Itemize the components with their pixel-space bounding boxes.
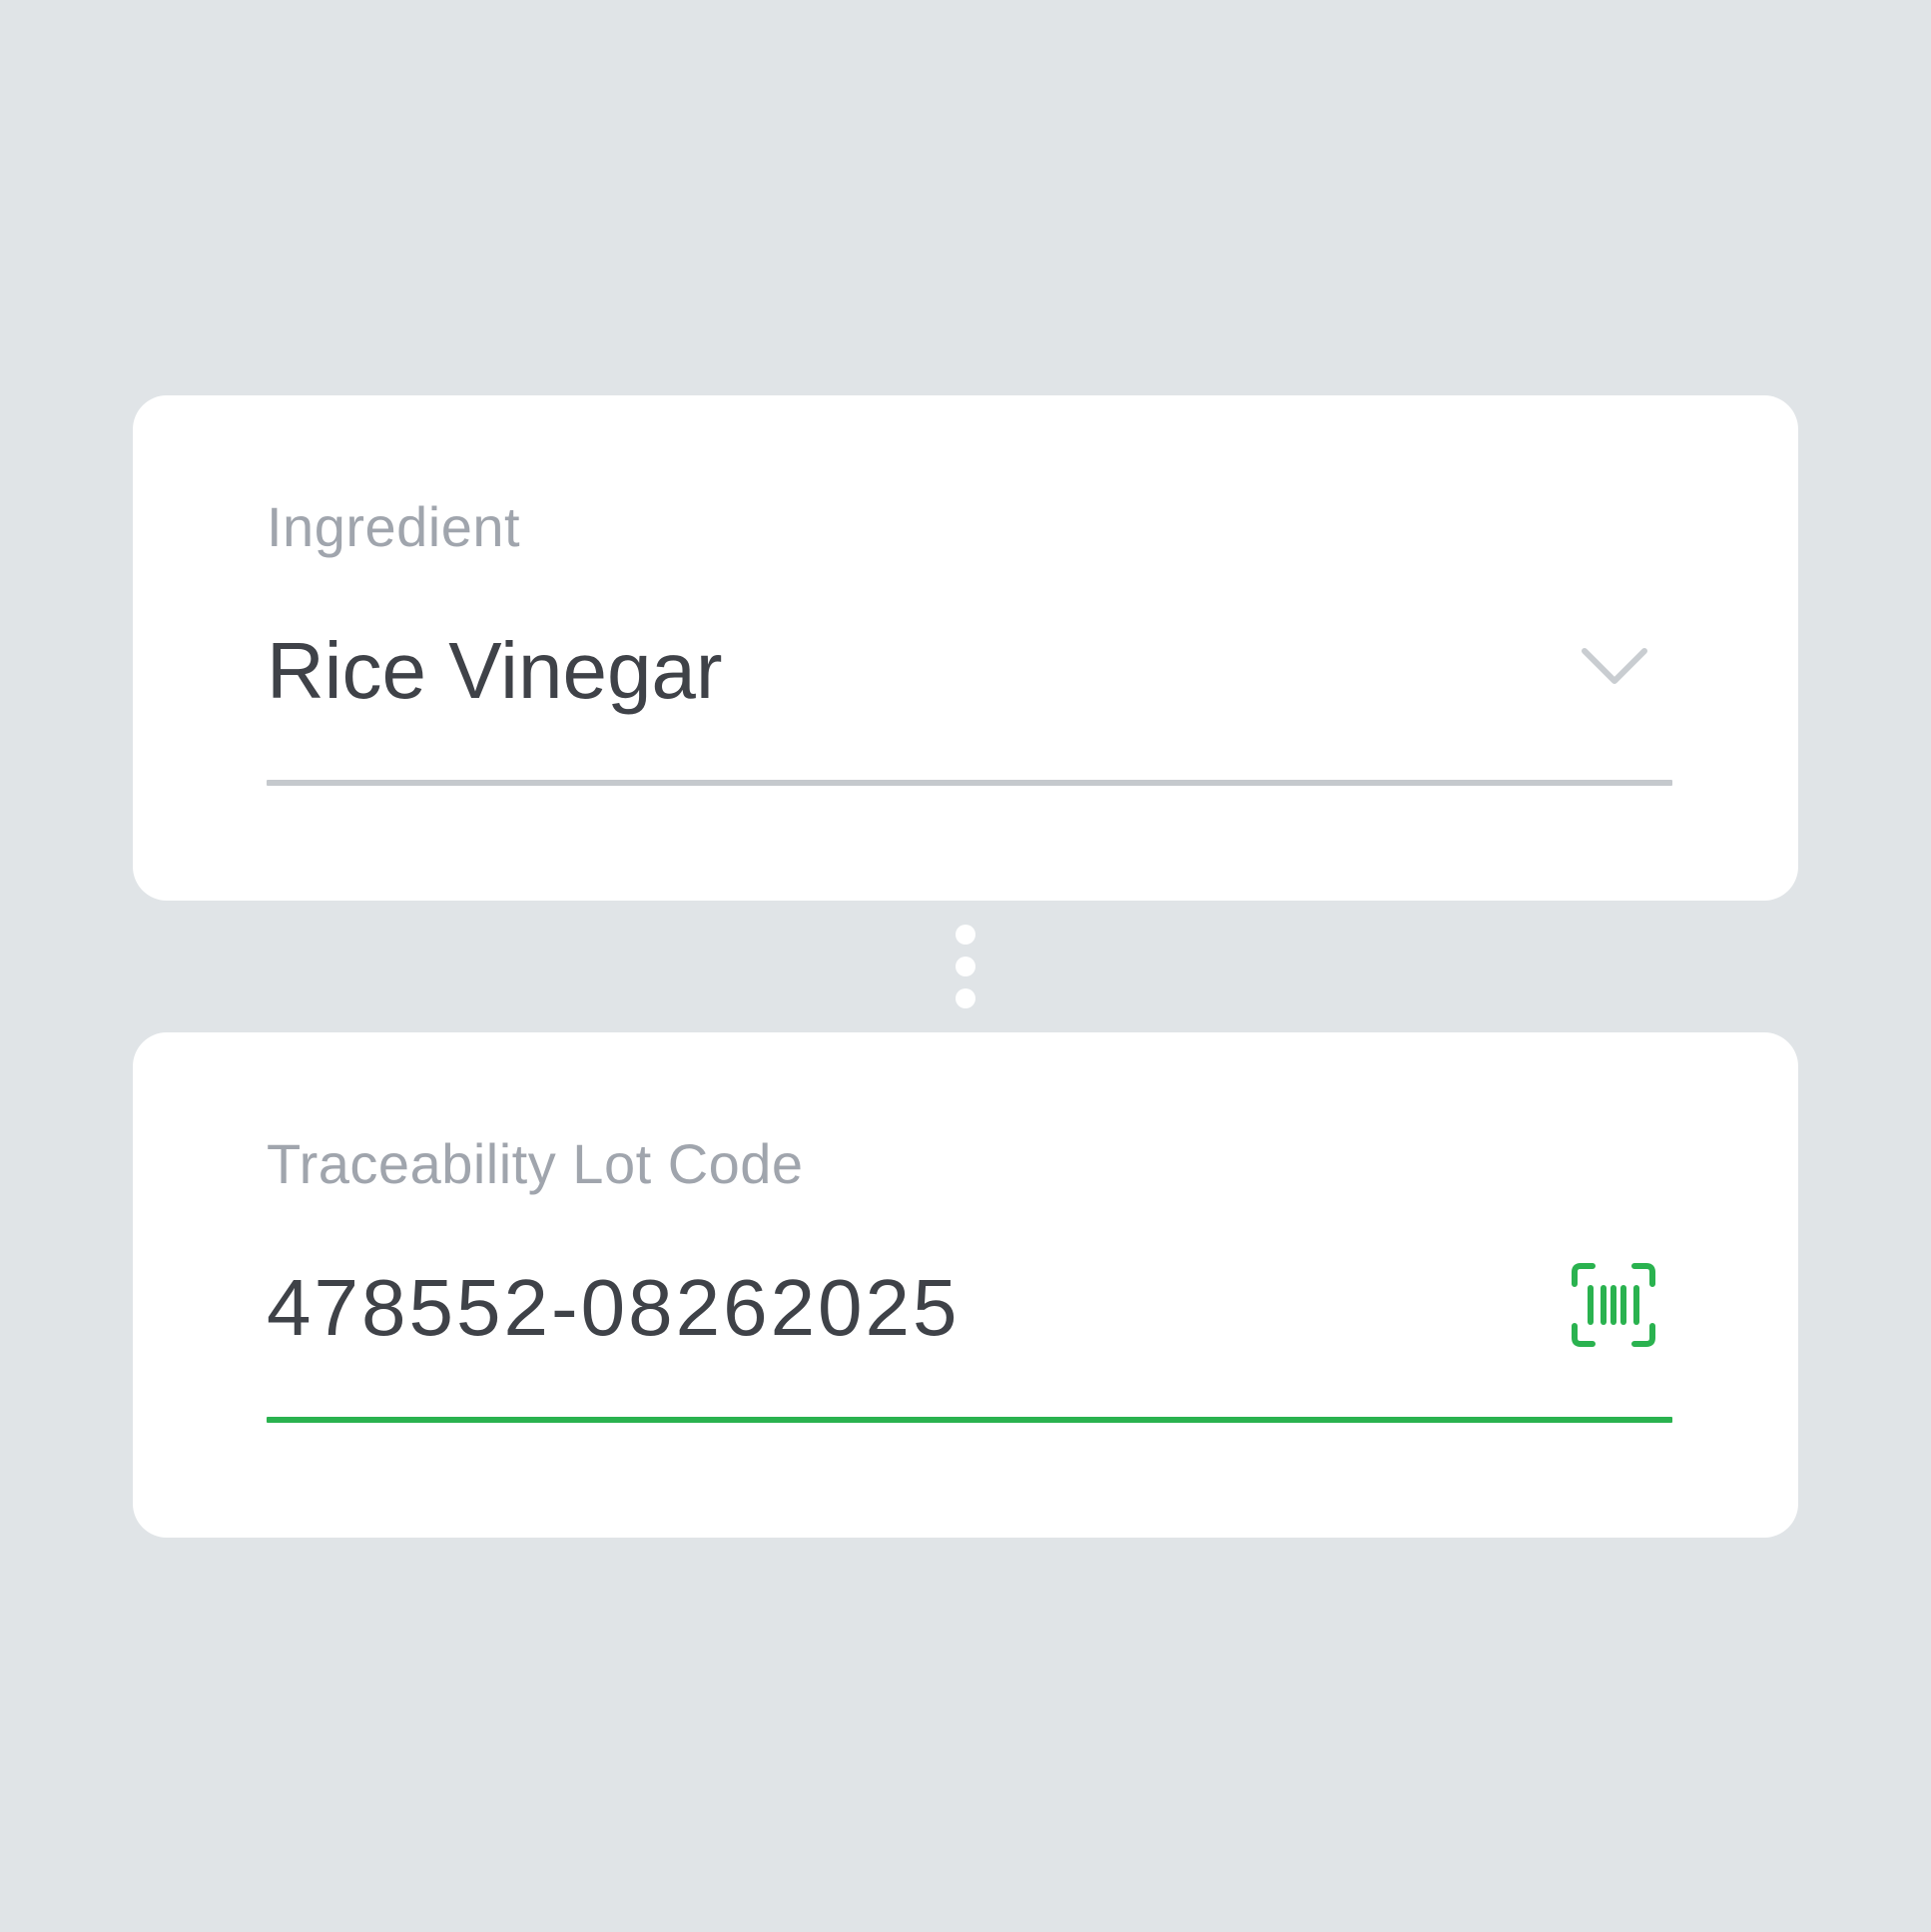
lot-code-card: Traceability Lot Code 478552-08262025: [133, 1032, 1798, 1538]
ingredient-label: Ingredient: [267, 495, 521, 558]
ingredient-select-value[interactable]: Rice Vinegar: [267, 631, 723, 711]
barcode-scan-icon: [1572, 1263, 1655, 1347]
app-screen: { "colors": { "background": "#e0e4e7", "…: [0, 0, 1931, 1932]
ingredient-card: Ingredient Rice Vinegar: [133, 395, 1798, 901]
ingredient-dropdown-button[interactable]: [1575, 637, 1654, 697]
lot-code-field-underline: [267, 1417, 1672, 1423]
lot-code-input[interactable]: 478552-08262025: [267, 1268, 961, 1348]
connector-dot: [956, 988, 975, 1008]
connector-dot: [956, 925, 975, 945]
lot-code-label: Traceability Lot Code: [267, 1132, 804, 1195]
ingredient-field-underline: [267, 780, 1672, 786]
scan-barcode-button[interactable]: [1571, 1262, 1656, 1348]
connector-dot: [956, 957, 975, 976]
chevron-down-icon: [1582, 648, 1647, 684]
step-connector: [956, 925, 975, 1009]
